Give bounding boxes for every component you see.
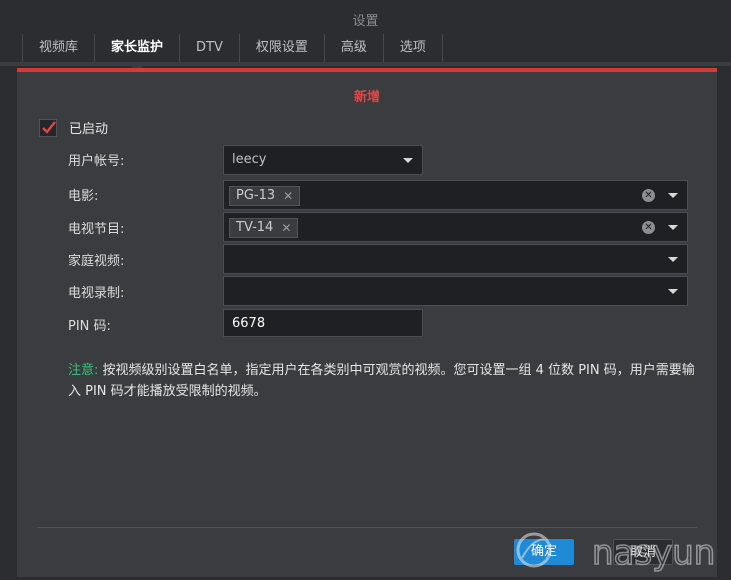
tv-show-rating-tag: TV-14 ✕: [229, 218, 299, 238]
enabled-label: 已启动: [69, 122, 109, 137]
tv-show-label: 电视节目:: [68, 222, 125, 237]
movie-label: 电影:: [68, 189, 99, 204]
note-text: 注意: 按视频级别设置白名单，指定用户在各类别中可观赏的视频。您可设置一组 4 …: [68, 360, 698, 402]
add-rule-dialog: 新增 已启动 用户帐号: leecy 电影: PG-13 ✕ ✕ 电视节目: T…: [17, 68, 717, 577]
movie-rating-tag-label: PG-13: [236, 188, 276, 203]
clear-icon[interactable]: ✕: [642, 189, 655, 202]
home-video-select[interactable]: [223, 244, 688, 274]
tab-advanced[interactable]: 高级: [323, 34, 383, 62]
tv-show-rating-select[interactable]: TV-14 ✕ ✕: [223, 212, 688, 242]
movie-rating-tag: PG-13 ✕: [229, 186, 301, 206]
remove-tag-icon[interactable]: ✕: [281, 218, 291, 238]
tv-show-rating-tag-label: TV-14: [236, 220, 274, 235]
tab-parental-control[interactable]: 家长监护: [94, 34, 179, 68]
tab-video-library[interactable]: 视频库: [22, 34, 94, 62]
settings-tabs: 视频库 家长监护 DTV 权限设置 高级 选项: [22, 34, 443, 68]
dialog-title: 新增: [353, 90, 380, 105]
chevron-down-icon[interactable]: [668, 257, 678, 262]
note-prefix: 注意:: [68, 363, 99, 378]
user-account-value: leecy: [232, 152, 267, 167]
tab-divider: [0, 62, 731, 66]
note-body: 按视频级别设置白名单，指定用户在各类别中可观赏的视频。您可设置一组 4 位数 P…: [68, 363, 695, 399]
tab-dtv[interactable]: DTV: [179, 34, 239, 62]
pin-value: 6678: [232, 316, 266, 331]
remove-tag-icon[interactable]: ✕: [283, 186, 293, 206]
user-account-label: 用户帐号:: [68, 154, 125, 169]
enable-row: 已启动: [39, 118, 108, 137]
chevron-down-icon[interactable]: [668, 225, 678, 230]
user-account-select[interactable]: leecy: [223, 145, 423, 175]
checkmark-icon: [42, 120, 56, 134]
movie-rating-select[interactable]: PG-13 ✕ ✕: [223, 180, 688, 210]
clear-icon[interactable]: ✕: [642, 221, 655, 234]
nasyun-watermark-logo: nasyun: [516, 532, 716, 574]
enabled-checkbox[interactable]: [39, 118, 57, 137]
chevron-down-icon: [403, 158, 413, 163]
home-video-label: 家庭视频:: [68, 254, 125, 269]
tv-recording-select[interactable]: [223, 276, 688, 306]
pin-input[interactable]: 6678: [223, 309, 423, 337]
pin-label: PIN 码:: [68, 319, 111, 334]
window-title: 设置: [352, 14, 379, 29]
chevron-down-icon[interactable]: [668, 289, 678, 294]
chevron-down-icon[interactable]: [668, 193, 678, 198]
tab-permissions[interactable]: 权限设置: [238, 34, 324, 62]
tab-options[interactable]: 选项: [382, 34, 443, 62]
svg-text:nasyun: nasyun: [592, 533, 715, 573]
tv-recording-label: 电视录制:: [68, 286, 125, 301]
